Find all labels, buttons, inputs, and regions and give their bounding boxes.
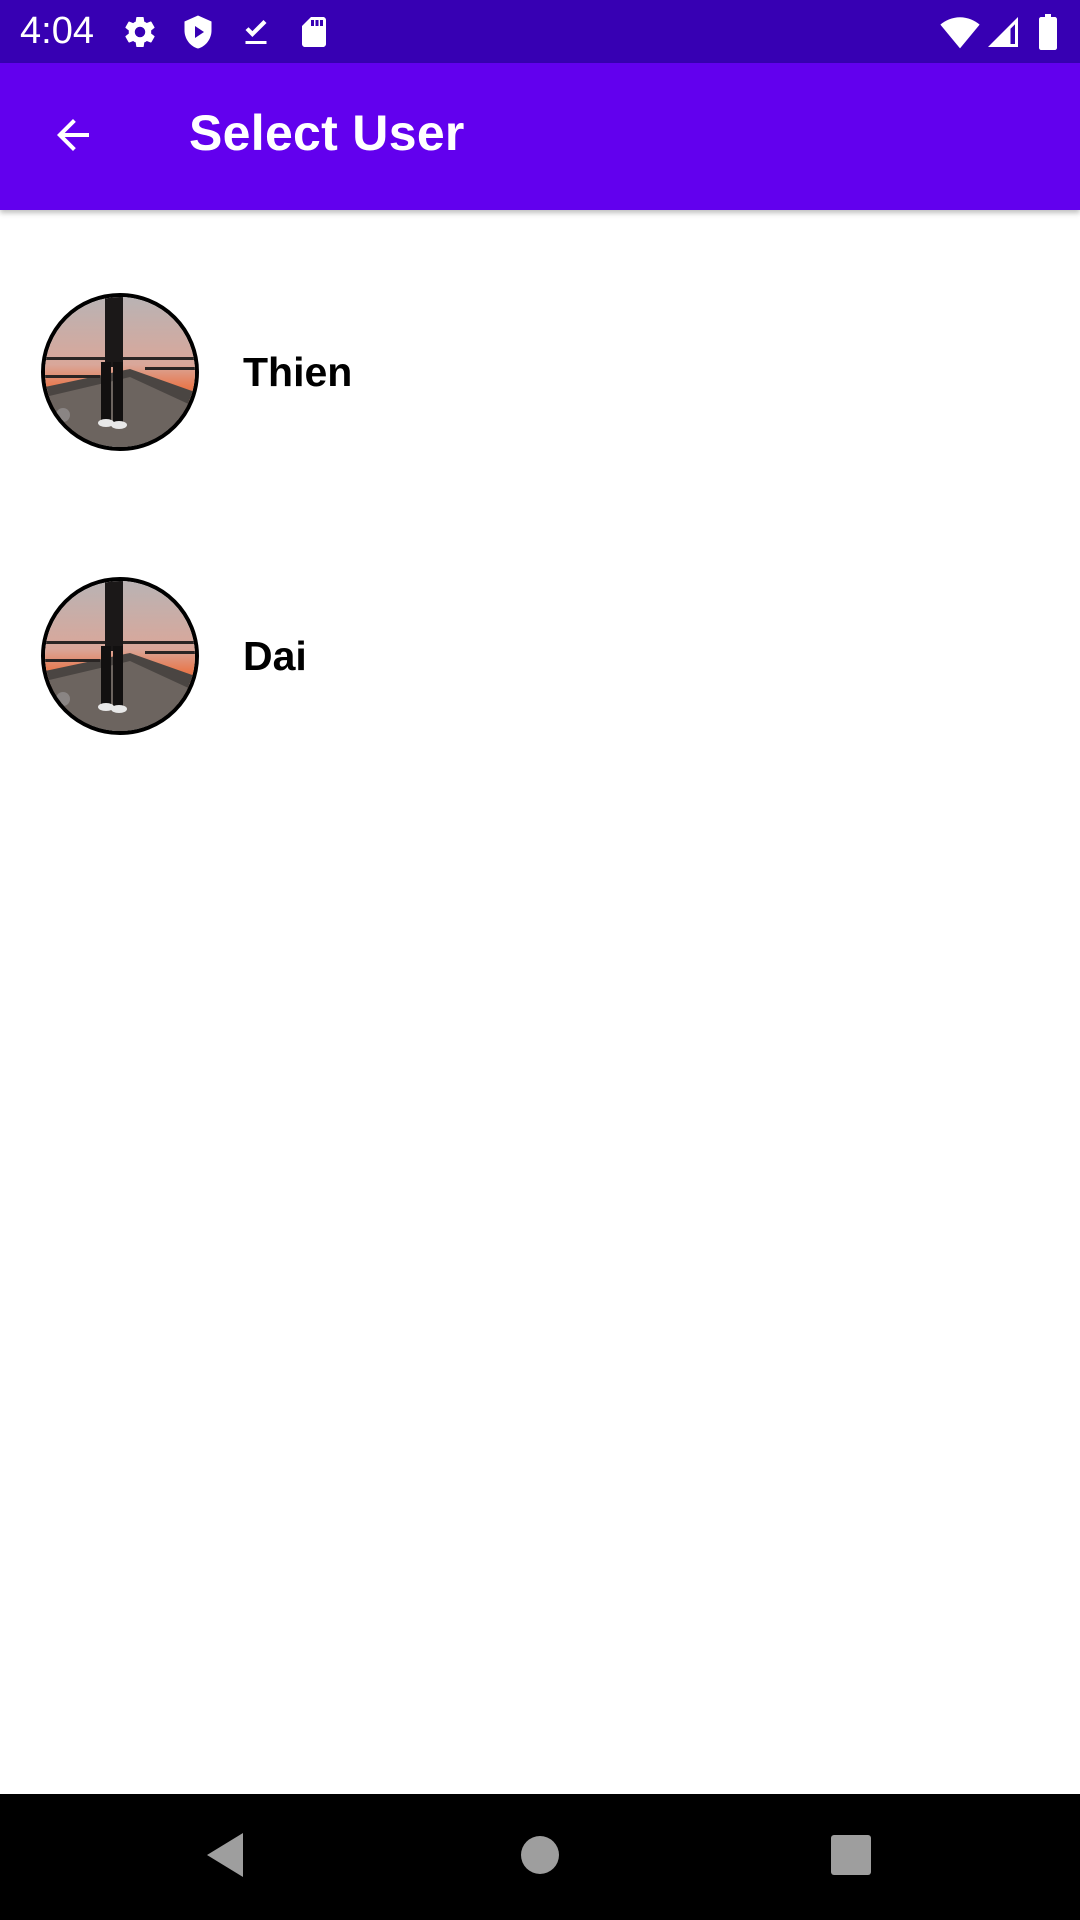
page-title: Select User [189,105,465,161]
shield-play-icon [180,14,216,55]
cell-signal-icon [985,14,1021,55]
avatar [41,293,199,451]
app-bar: Select User [0,63,1080,210]
nav-back-button[interactable] [190,1824,260,1890]
navigation-bar [0,1794,1080,1920]
home-circle-icon [519,1834,561,1881]
download-done-icon [238,14,274,55]
wifi-icon [940,14,980,55]
user-name: Dai [243,633,307,679]
status-time: 4:04 [20,10,94,52]
avatar [41,577,199,735]
sd-card-icon [296,14,332,55]
back-button[interactable] [30,105,116,169]
battery-icon [1036,14,1060,55]
nav-home-button[interactable] [505,1824,575,1890]
recents-square-icon [831,1834,871,1880]
list-item-user[interactable]: Dai [0,557,1080,757]
arrow-back-icon [49,111,97,164]
list-item-user[interactable]: Thien [0,273,1080,473]
gear-icon [122,14,158,55]
back-triangle-icon [203,1831,247,1884]
user-name: Thien [243,349,353,395]
status-bar: 4:04 [0,0,1080,63]
nav-recents-button[interactable] [816,1824,886,1890]
